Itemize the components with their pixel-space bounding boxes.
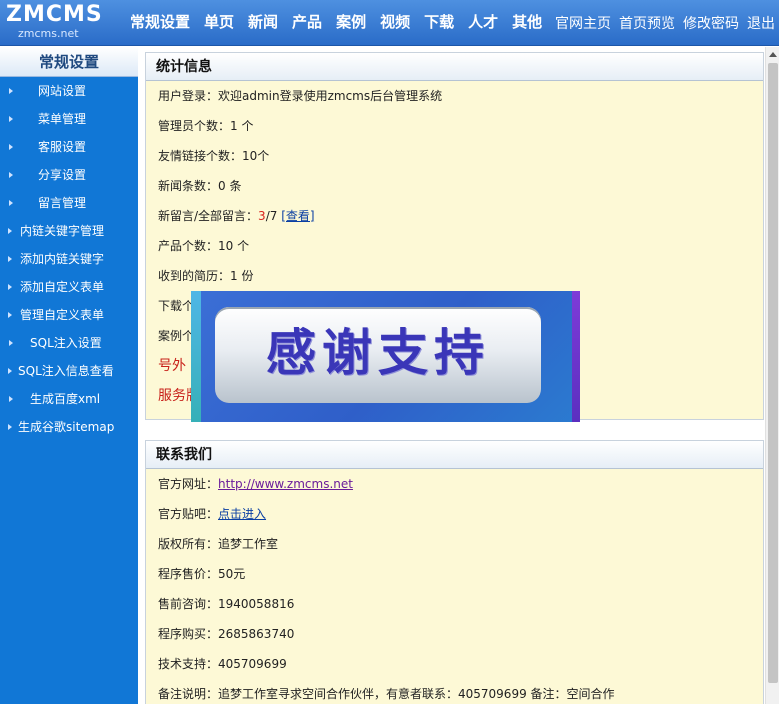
arrow-right-icon bbox=[8, 256, 12, 262]
contact-note: 备注说明：追梦工作室寻求空间合作伙伴，有意者联系：405709699 备注：空间… bbox=[158, 687, 615, 701]
stats-admins: 管理员个数：1 个 bbox=[158, 119, 254, 133]
sidebar-item-label: 留言管理 bbox=[38, 196, 87, 210]
link-official-home[interactable]: 官网主页 bbox=[555, 13, 611, 33]
link-home-preview[interactable]: 首页预览 bbox=[619, 13, 675, 33]
contact-price: 程序售价：50元 bbox=[158, 567, 246, 581]
sidebar-item-label: 添加自定义表单 bbox=[20, 280, 105, 294]
sidebar: 常规设置 网站设置 菜单管理 客服设置 分享设置 留言管理 内链关键字管理 添加… bbox=[0, 47, 138, 704]
sidebar-title: 常规设置 bbox=[0, 47, 138, 77]
arrow-right-icon bbox=[9, 116, 13, 122]
sidebar-item-form-manage[interactable]: 管理自定义表单 bbox=[0, 301, 138, 329]
nav-single-page[interactable]: 单页 bbox=[204, 11, 234, 32]
banner-plate: 感谢支持 bbox=[215, 307, 541, 403]
contact-site-label: 官方网址： bbox=[158, 477, 219, 491]
contact-presale: 售前咨询：1940058816 bbox=[158, 597, 295, 611]
banner-edge-left bbox=[191, 291, 201, 422]
top-bar: ZMCMS zmcms.net 常规设置 单页 新闻 产品 案例 视频 下载 人… bbox=[0, 0, 779, 46]
scroll-thumb[interactable] bbox=[768, 63, 778, 683]
contact-panel-title: 联系我们 bbox=[146, 441, 763, 469]
nav-news[interactable]: 新闻 bbox=[248, 11, 278, 32]
arrow-right-icon bbox=[9, 172, 13, 178]
sidebar-item-message-manage[interactable]: 留言管理 bbox=[0, 189, 138, 217]
contact-copyright: 版权所有：追梦工作室 bbox=[158, 537, 279, 551]
main-nav: 常规设置 单页 新闻 产品 案例 视频 下载 人才 其他 bbox=[130, 11, 556, 32]
link-change-password[interactable]: 修改密码 bbox=[683, 13, 739, 33]
nav-video[interactable]: 视频 bbox=[380, 11, 410, 32]
nav-download[interactable]: 下载 bbox=[424, 11, 454, 32]
logo[interactable]: ZMCMS zmcms.net bbox=[6, 2, 116, 42]
sidebar-item-google-sitemap[interactable]: 生成谷歌sitemap bbox=[0, 413, 138, 441]
view-messages-link[interactable]: [查看] bbox=[281, 209, 314, 223]
sidebar-item-keyword-add[interactable]: 添加内链关键字 bbox=[0, 245, 138, 273]
stats-messages: 新留言/全部留言：3/7 [查看] bbox=[146, 201, 763, 231]
vertical-scrollbar[interactable] bbox=[765, 47, 779, 704]
nav-general-settings[interactable]: 常规设置 bbox=[130, 11, 190, 32]
contact-site: 官方网址：http://www.zmcms.net bbox=[146, 469, 763, 499]
stats-resumes: 收到的简历：1 份 bbox=[158, 269, 254, 283]
contact-purchase: 程序购买：2685863740 bbox=[158, 627, 295, 641]
arrow-right-icon bbox=[9, 396, 13, 402]
arrow-right-icon bbox=[9, 88, 13, 94]
thanks-banner[interactable]: 感谢支持 bbox=[191, 291, 580, 422]
arrow-right-icon bbox=[8, 312, 12, 318]
sidebar-item-service-settings[interactable]: 客服设置 bbox=[0, 133, 138, 161]
contact-forum: 官方贴吧：点击进入 bbox=[146, 499, 763, 529]
sidebar-item-label: SQL注入信息查看 bbox=[18, 364, 114, 378]
arrow-right-icon bbox=[8, 368, 12, 374]
stats-panel-title: 统计信息 bbox=[146, 53, 763, 81]
banner-text: 感谢支持 bbox=[266, 324, 490, 382]
stats-messages-total: /7 bbox=[265, 209, 282, 223]
sidebar-item-label: SQL注入设置 bbox=[30, 336, 102, 350]
arrow-right-icon bbox=[8, 424, 12, 430]
sidebar-item-label: 生成谷歌sitemap bbox=[18, 420, 115, 434]
sidebar-item-label: 内链关键字管理 bbox=[20, 224, 105, 238]
stats-links: 友情链接个数：10个 bbox=[158, 149, 270, 163]
nav-talent[interactable]: 人才 bbox=[468, 11, 498, 32]
contact-support: 技术支持：405709699 bbox=[158, 657, 287, 671]
sidebar-item-label: 分享设置 bbox=[38, 168, 87, 182]
sidebar-item-label: 客服设置 bbox=[38, 140, 87, 154]
sidebar-item-form-add[interactable]: 添加自定义表单 bbox=[0, 273, 138, 301]
stats-messages-label: 新留言/全部留言： bbox=[158, 209, 259, 223]
nav-cases[interactable]: 案例 bbox=[336, 11, 366, 32]
arrow-right-icon bbox=[8, 284, 12, 290]
link-logout[interactable]: 退出 bbox=[747, 13, 775, 33]
banner-edge-right bbox=[572, 291, 580, 422]
sidebar-item-menu-manage[interactable]: 菜单管理 bbox=[0, 105, 138, 133]
sidebar-item-label: 管理自定义表单 bbox=[20, 308, 105, 322]
sidebar-item-sql-settings[interactable]: SQL注入设置 bbox=[0, 329, 138, 357]
sidebar-item-label: 菜单管理 bbox=[38, 112, 87, 126]
stats-products: 产品个数：10 个 bbox=[158, 239, 250, 253]
sidebar-item-label: 网站设置 bbox=[38, 84, 87, 98]
arrow-right-icon bbox=[9, 144, 13, 150]
nav-other[interactable]: 其他 bbox=[512, 11, 542, 32]
sidebar-item-sql-log[interactable]: SQL注入信息查看 bbox=[0, 357, 138, 385]
stats-messages-new: 3 bbox=[258, 209, 266, 223]
logo-sub-text: zmcms.net bbox=[18, 27, 79, 40]
top-links: 官网主页 首页预览 修改密码 退出 bbox=[547, 13, 775, 33]
nav-products[interactable]: 产品 bbox=[292, 11, 322, 32]
contact-panel: 联系我们 官方网址：http://www.zmcms.net 官方贴吧：点击进入… bbox=[145, 440, 764, 704]
logo-main-text: ZMCMS bbox=[6, 2, 103, 27]
contact-forum-label: 官方贴吧： bbox=[158, 507, 219, 521]
sidebar-item-site-settings[interactable]: 网站设置 bbox=[0, 77, 138, 105]
arrow-right-icon bbox=[9, 340, 13, 346]
stats-login: 用户登录：欢迎admin登录使用zmcms后台管理系统 bbox=[158, 89, 443, 103]
sidebar-item-label: 生成百度xml bbox=[30, 392, 101, 406]
sidebar-item-baidu-xml[interactable]: 生成百度xml bbox=[0, 385, 138, 413]
scroll-up-arrow-icon[interactable] bbox=[769, 52, 777, 57]
sidebar-item-share-settings[interactable]: 分享设置 bbox=[0, 161, 138, 189]
sidebar-item-keyword-manage[interactable]: 内链关键字管理 bbox=[0, 217, 138, 245]
sidebar-item-label: 添加内链关键字 bbox=[20, 252, 105, 266]
forum-link[interactable]: 点击进入 bbox=[218, 507, 266, 521]
stats-news: 新闻条数：0 条 bbox=[158, 179, 242, 193]
arrow-right-icon bbox=[9, 200, 13, 206]
official-site-link[interactable]: http://www.zmcms.net bbox=[218, 477, 353, 491]
sidebar-list: 网站设置 菜单管理 客服设置 分享设置 留言管理 内链关键字管理 添加内链关键字… bbox=[0, 77, 138, 441]
arrow-right-icon bbox=[8, 228, 12, 234]
